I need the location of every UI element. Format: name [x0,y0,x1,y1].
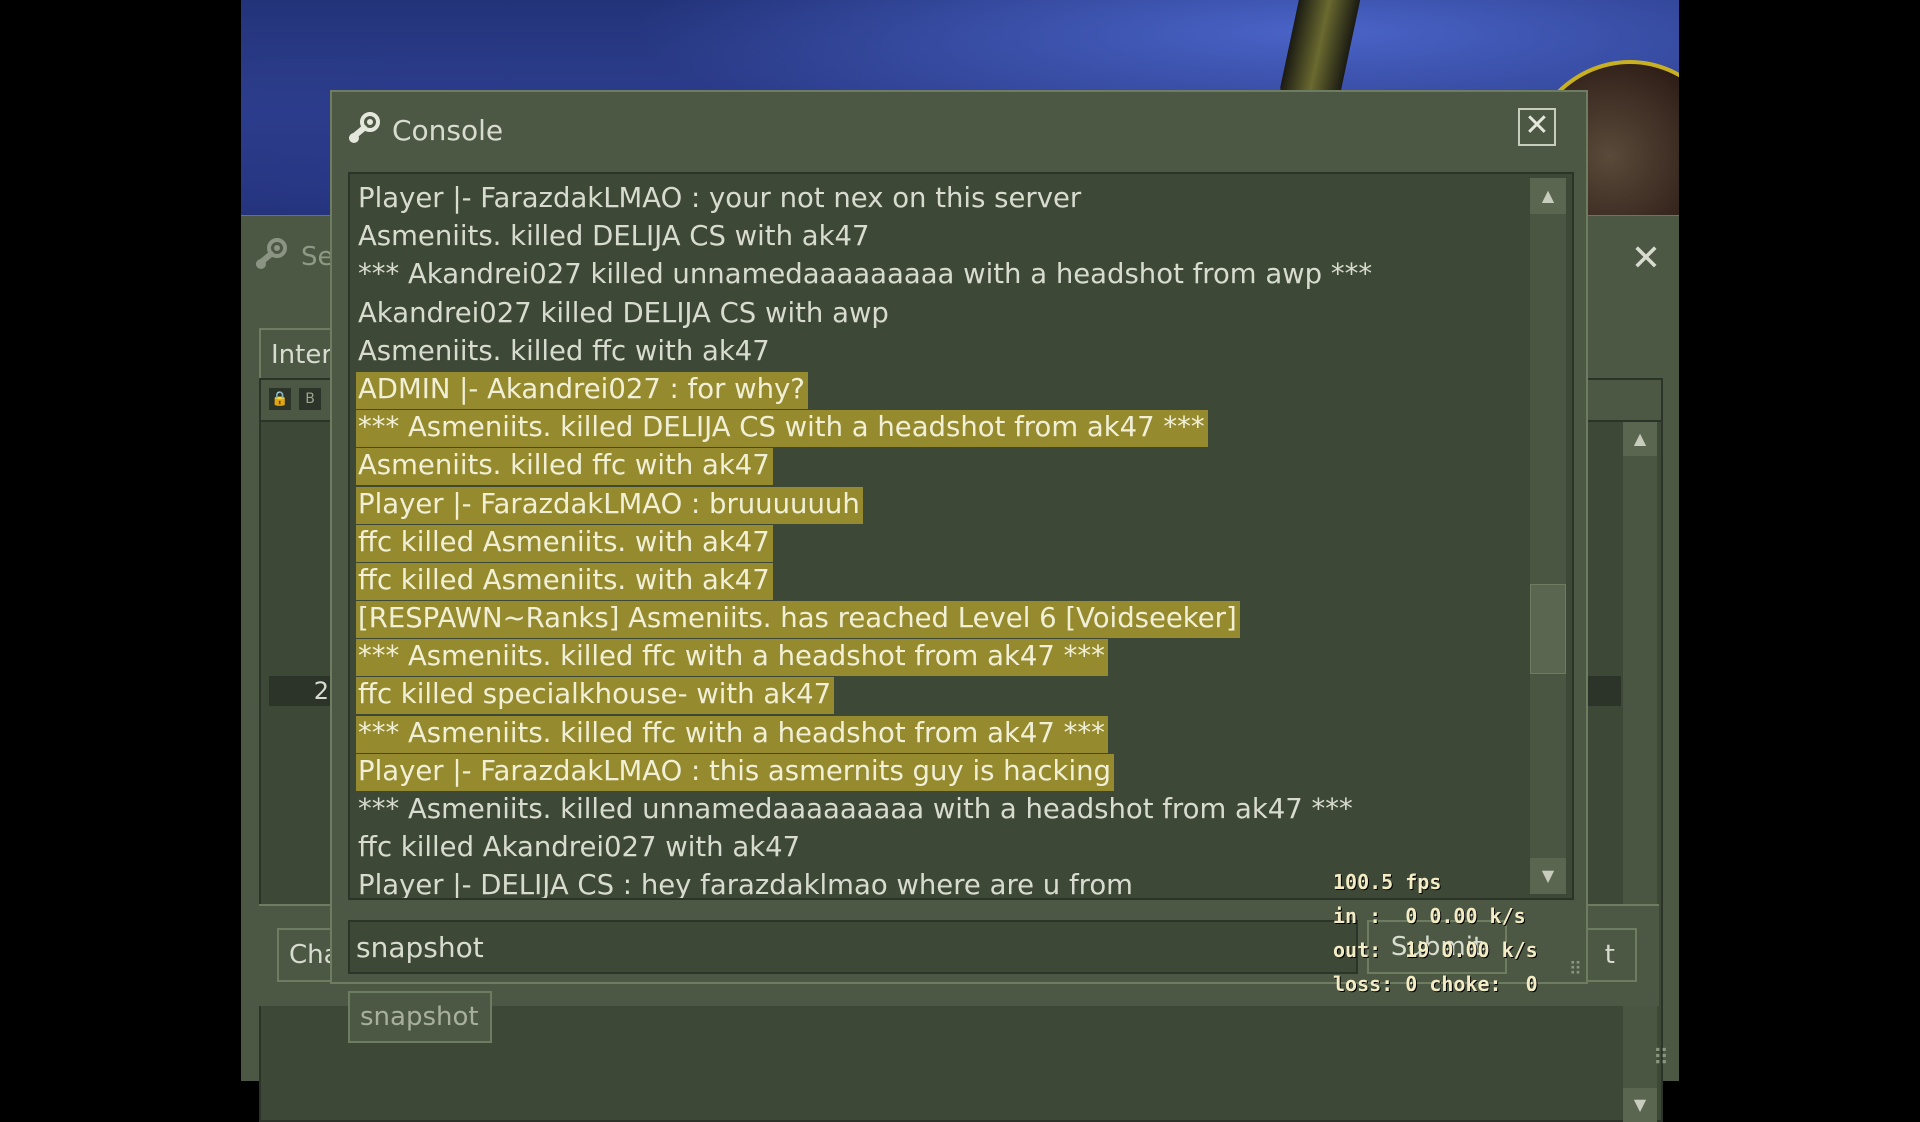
console-titlebar[interactable]: Console ✕ [332,92,1586,168]
console-line: Akandrei027 killed DELIJA CS with awp [356,297,1526,335]
console-line-text: *** Akandrei027 killed unnamedaaaaaaaaa … [358,258,1373,291]
window-title: Se [301,242,334,272]
scroll-up-icon[interactable]: ▲ [1530,178,1566,214]
console-line: *** Asmeniits. killed ffc with a headsho… [356,639,1526,678]
console-line: Player |- FarazdakLMAO : your not nex on… [356,182,1526,220]
console-line: ffc killed Asmeniits. with ak47 [356,562,1526,602]
console-line-text: Player |- FarazdakLMAO : this asmernits … [356,753,1115,791]
console-line-text: Player |- FarazdakLMAO : your not nex on… [358,182,1082,214]
out-readout: out: 19 0.00 k/s [1333,938,1538,962]
console-line: *** Asmeniits. killed ffc with a headsho… [356,715,1526,755]
console-line-text: ffc killed Akandrei027 with ak47 [358,831,801,864]
scroll-thumb[interactable] [1530,584,1566,674]
console-line: Asmeniits. killed ffc with ak47 [356,448,1526,487]
console-line: Asmeniits. killed DELIJA CS with ak47 [356,220,1526,258]
close-icon[interactable]: ✕ [1631,238,1661,279]
console-scrollbar[interactable]: ▲ ▼ [1530,178,1566,894]
console-title: Console [392,114,504,147]
console-line: Asmeniits. killed ffc with ak47 [356,335,1526,373]
scroll-down-icon[interactable]: ▼ [1623,1088,1657,1122]
console-line: ADMIN |- Akandrei027 : for why? [356,371,1526,411]
steam-icon [346,112,382,150]
console-log[interactable]: Player |- FarazdakLMAO : your not nex on… [348,172,1574,900]
console-line: [RESPAWN~Ranks] Asmeniits. has reached L… [356,601,1526,640]
net-graph: 100.5 fps in : 0 0.00 k/s out: 19 0.00 k… [1333,870,1593,1006]
console-line-text: ffc killed Asmeniits. with ak47 [356,562,773,600]
console-line-text: *** Asmeniits. killed ffc with a headsho… [356,715,1108,753]
resize-grip-icon[interactable]: ⠿ [1653,1046,1669,1071]
console-line-text: ffc killed Asmeniits. with ak47 [356,524,773,562]
console-line: ffc killed Asmeniits. with ak47 [356,524,1526,564]
in-readout: in : 0 0.00 k/s [1333,904,1526,928]
console-line: ffc killed Akandrei027 with ak47 [356,831,1526,869]
close-icon: ✕ [1524,108,1550,143]
lock-icon[interactable]: 🔒 [269,388,291,410]
console-line-text: *** Asmeniits. killed unnamedaaaaaaaaa w… [358,793,1353,825]
console-window: Console ✕ Player |- FarazdakLMAO : your … [330,90,1588,984]
console-line: Player |- FarazdakLMAO : this asmernits … [356,753,1526,793]
console-line: ffc killed specialkhouse- with ak47 [356,677,1526,716]
console-line: Player |- FarazdakLMAO : bruuuuuuh [356,486,1526,526]
console-line-text: [RESPAWN~Ranks] Asmeniits. has reached L… [356,601,1240,639]
console-line-text: *** Asmeniits. killed DELIJA CS with a h… [356,410,1208,448]
fps-readout: 100.5 fps [1333,870,1442,894]
steam-icon [253,238,289,276]
console-line-text: Asmeniits. killed DELIJA CS with ak47 [358,220,870,253]
row-number: 2 [269,676,337,706]
console-line-text: Akandrei027 killed DELIJA CS with awp [358,296,889,329]
console-input[interactable] [348,920,1358,974]
scroll-up-icon[interactable]: ▲ [1623,422,1657,456]
console-line-text: ffc killed specialkhouse- with ak47 [356,677,835,715]
console-line: *** Asmeniits. killed unnamedaaaaaaaaa w… [356,793,1526,831]
console-line-text: Asmeniits. killed ffc with ak47 [358,334,770,367]
console-line-text: *** Asmeniits. killed ffc with a headsho… [356,639,1108,677]
console-lines: Player |- FarazdakLMAO : your not nex on… [356,182,1526,900]
console-line: *** Akandrei027 killed unnamedaaaaaaaaa … [356,258,1526,296]
autocomplete-suggestion[interactable]: snapshot [348,991,492,1043]
console-line-text: Asmeniits. killed ffc with ak47 [356,448,773,486]
server-list-scrollbar[interactable]: ▲ ▼ [1623,422,1657,1122]
loss-readout: loss: 0 choke: 0 [1333,972,1538,996]
boost-icon[interactable]: B [299,388,321,410]
console-line-text: ADMIN |- Akandrei027 : for why? [356,371,808,409]
console-line: *** Asmeniits. killed DELIJA CS with a h… [356,410,1526,449]
close-button[interactable]: ✕ [1518,108,1556,146]
console-line-text: Player |- FarazdakLMAO : bruuuuuuh [356,486,863,524]
console-line-text: Player |- DELIJA CS : hey farazdaklmao w… [358,869,1133,900]
